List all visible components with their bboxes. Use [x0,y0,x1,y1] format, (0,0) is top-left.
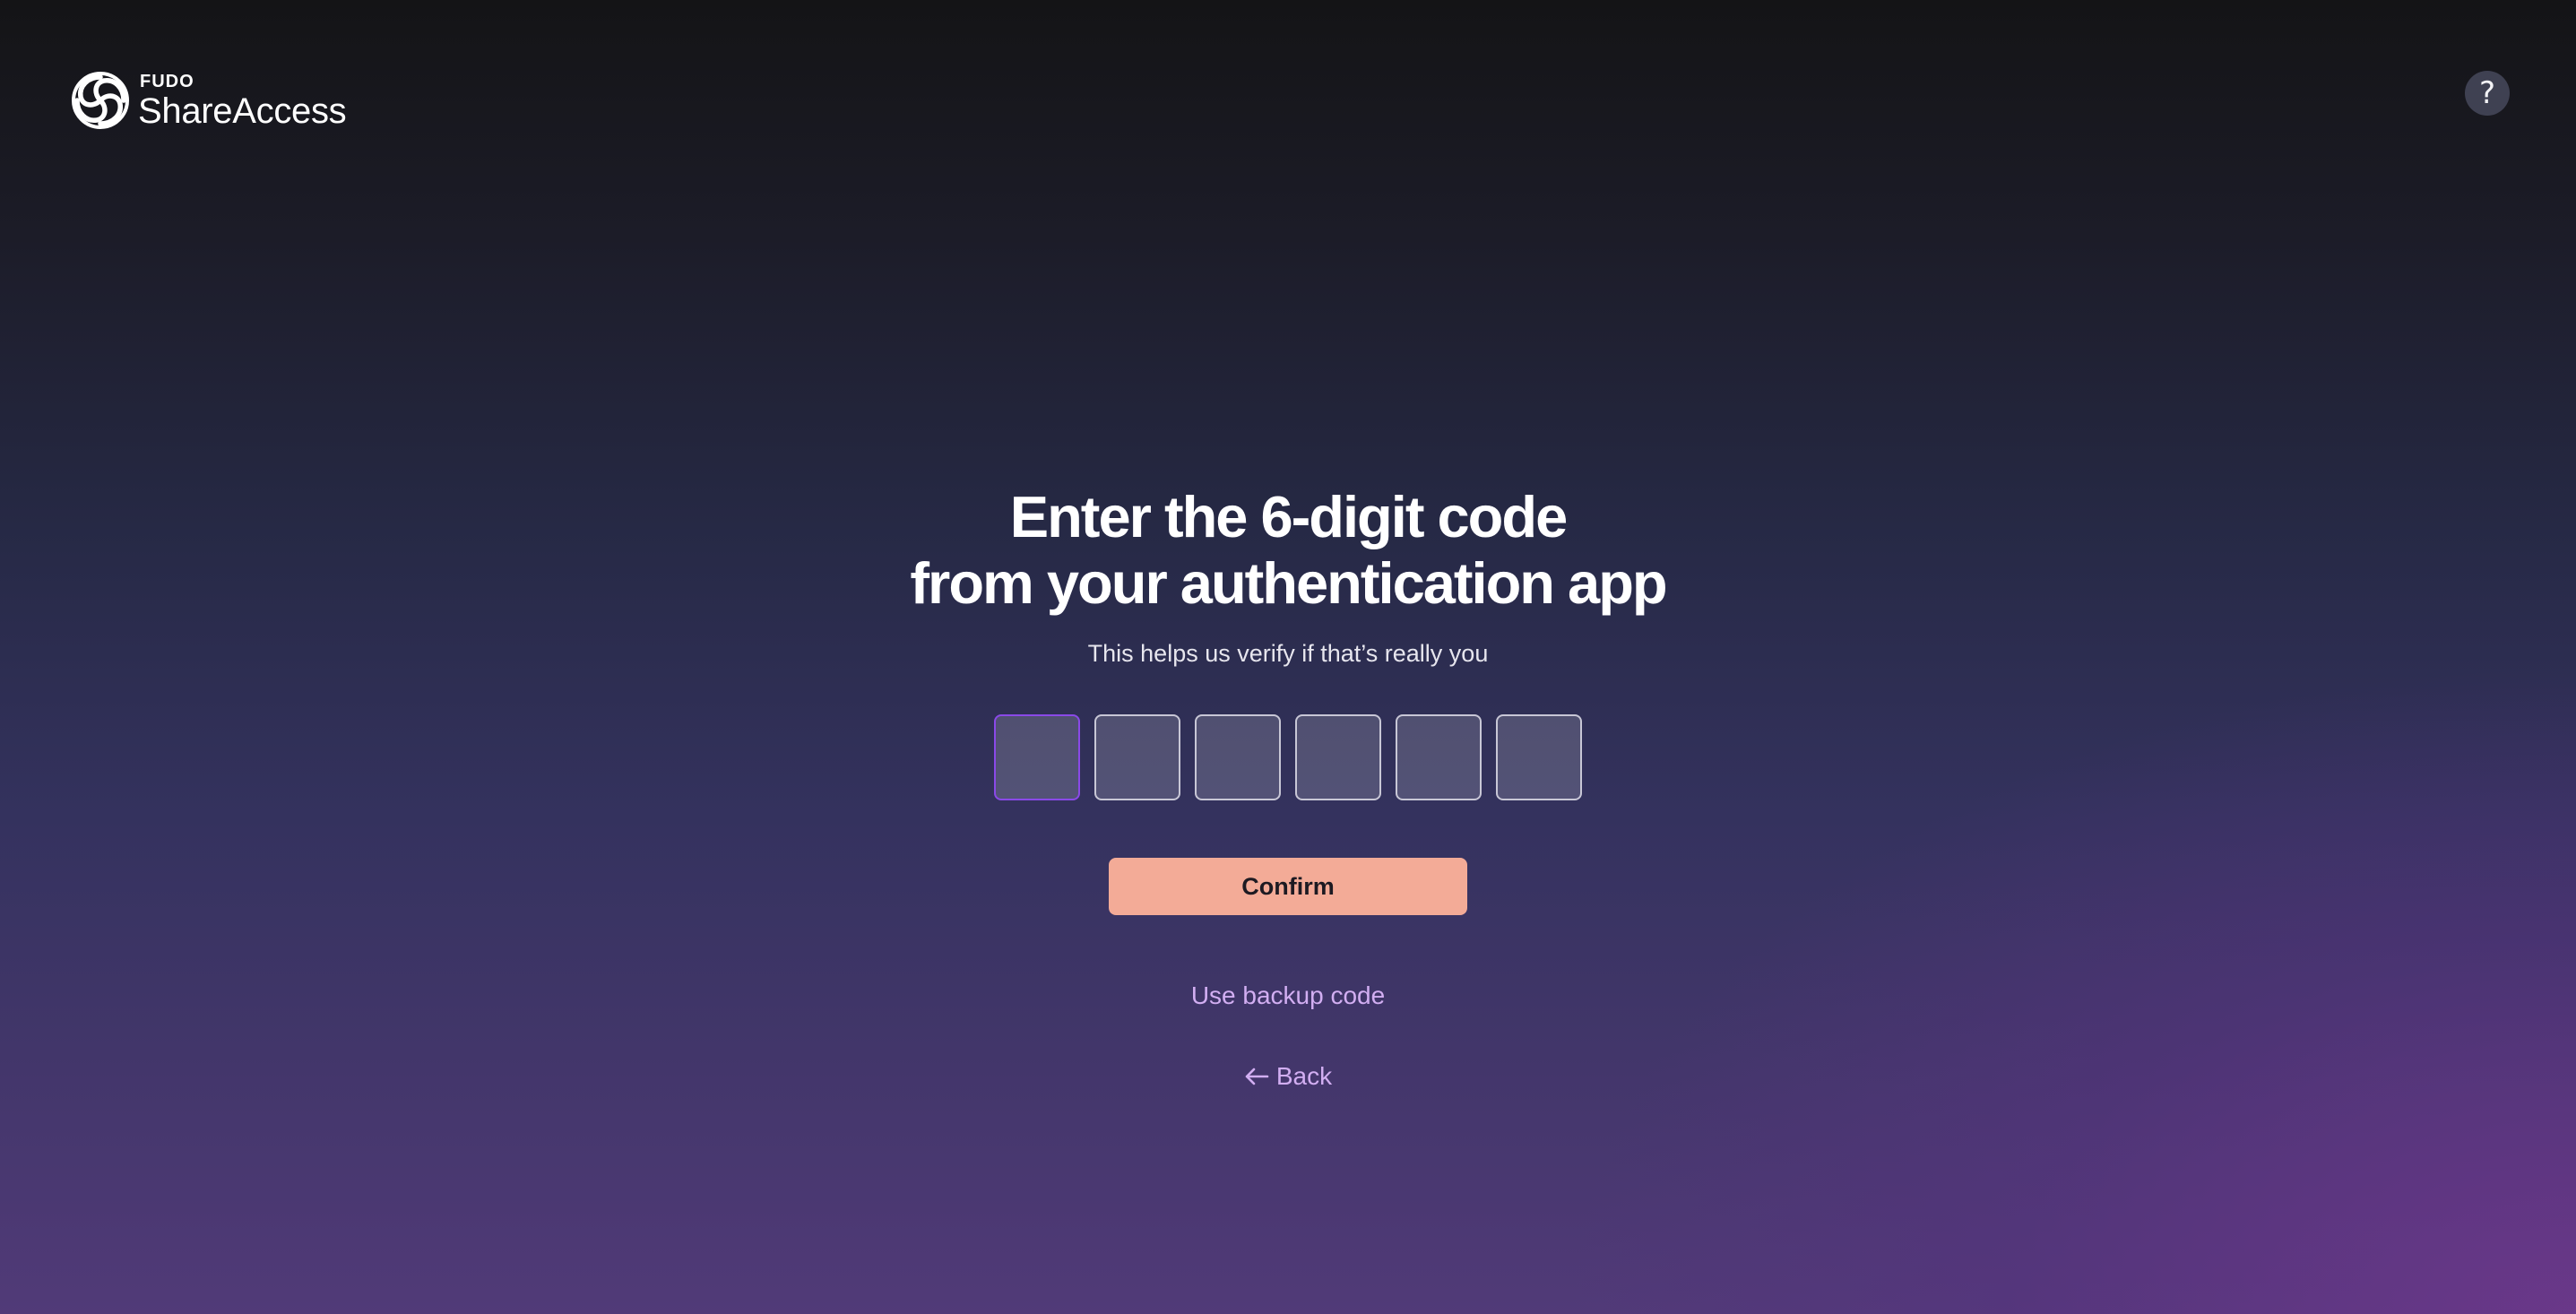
verification-form: Enter the 6-digit code from your authent… [0,484,2576,1091]
code-digit-6[interactable] [1496,714,1582,800]
page-subtitle: This helps us verify if that’s really yo… [1087,640,1489,667]
title-line-2: from your authentication app [910,550,1667,616]
back-link[interactable]: Back [1244,1062,1332,1091]
code-digit-2[interactable] [1094,714,1180,800]
brand-name: FUDO [140,71,194,91]
app-logo: FUDO ShareAccess [70,70,347,131]
product-name: ShareAccess [138,91,347,131]
arrow-left-icon [1245,1068,1269,1085]
confirm-button[interactable]: Confirm [1109,858,1467,915]
help-button[interactable]: ? [2465,71,2510,116]
fudo-logo-icon [72,72,129,129]
title-line-1: Enter the 6-digit code [1009,484,1569,549]
page-title: Enter the 6-digit code from your authent… [910,484,1667,617]
code-digit-4[interactable] [1295,714,1381,800]
code-digit-1[interactable] [994,714,1080,800]
code-digit-5[interactable] [1396,714,1482,800]
use-backup-code-link[interactable]: Use backup code [1191,981,1385,1010]
code-digit-3[interactable] [1195,714,1281,800]
question-mark-icon: ? [2478,75,2496,111]
back-label: Back [1275,1062,1333,1090]
code-input-group [994,714,1582,800]
